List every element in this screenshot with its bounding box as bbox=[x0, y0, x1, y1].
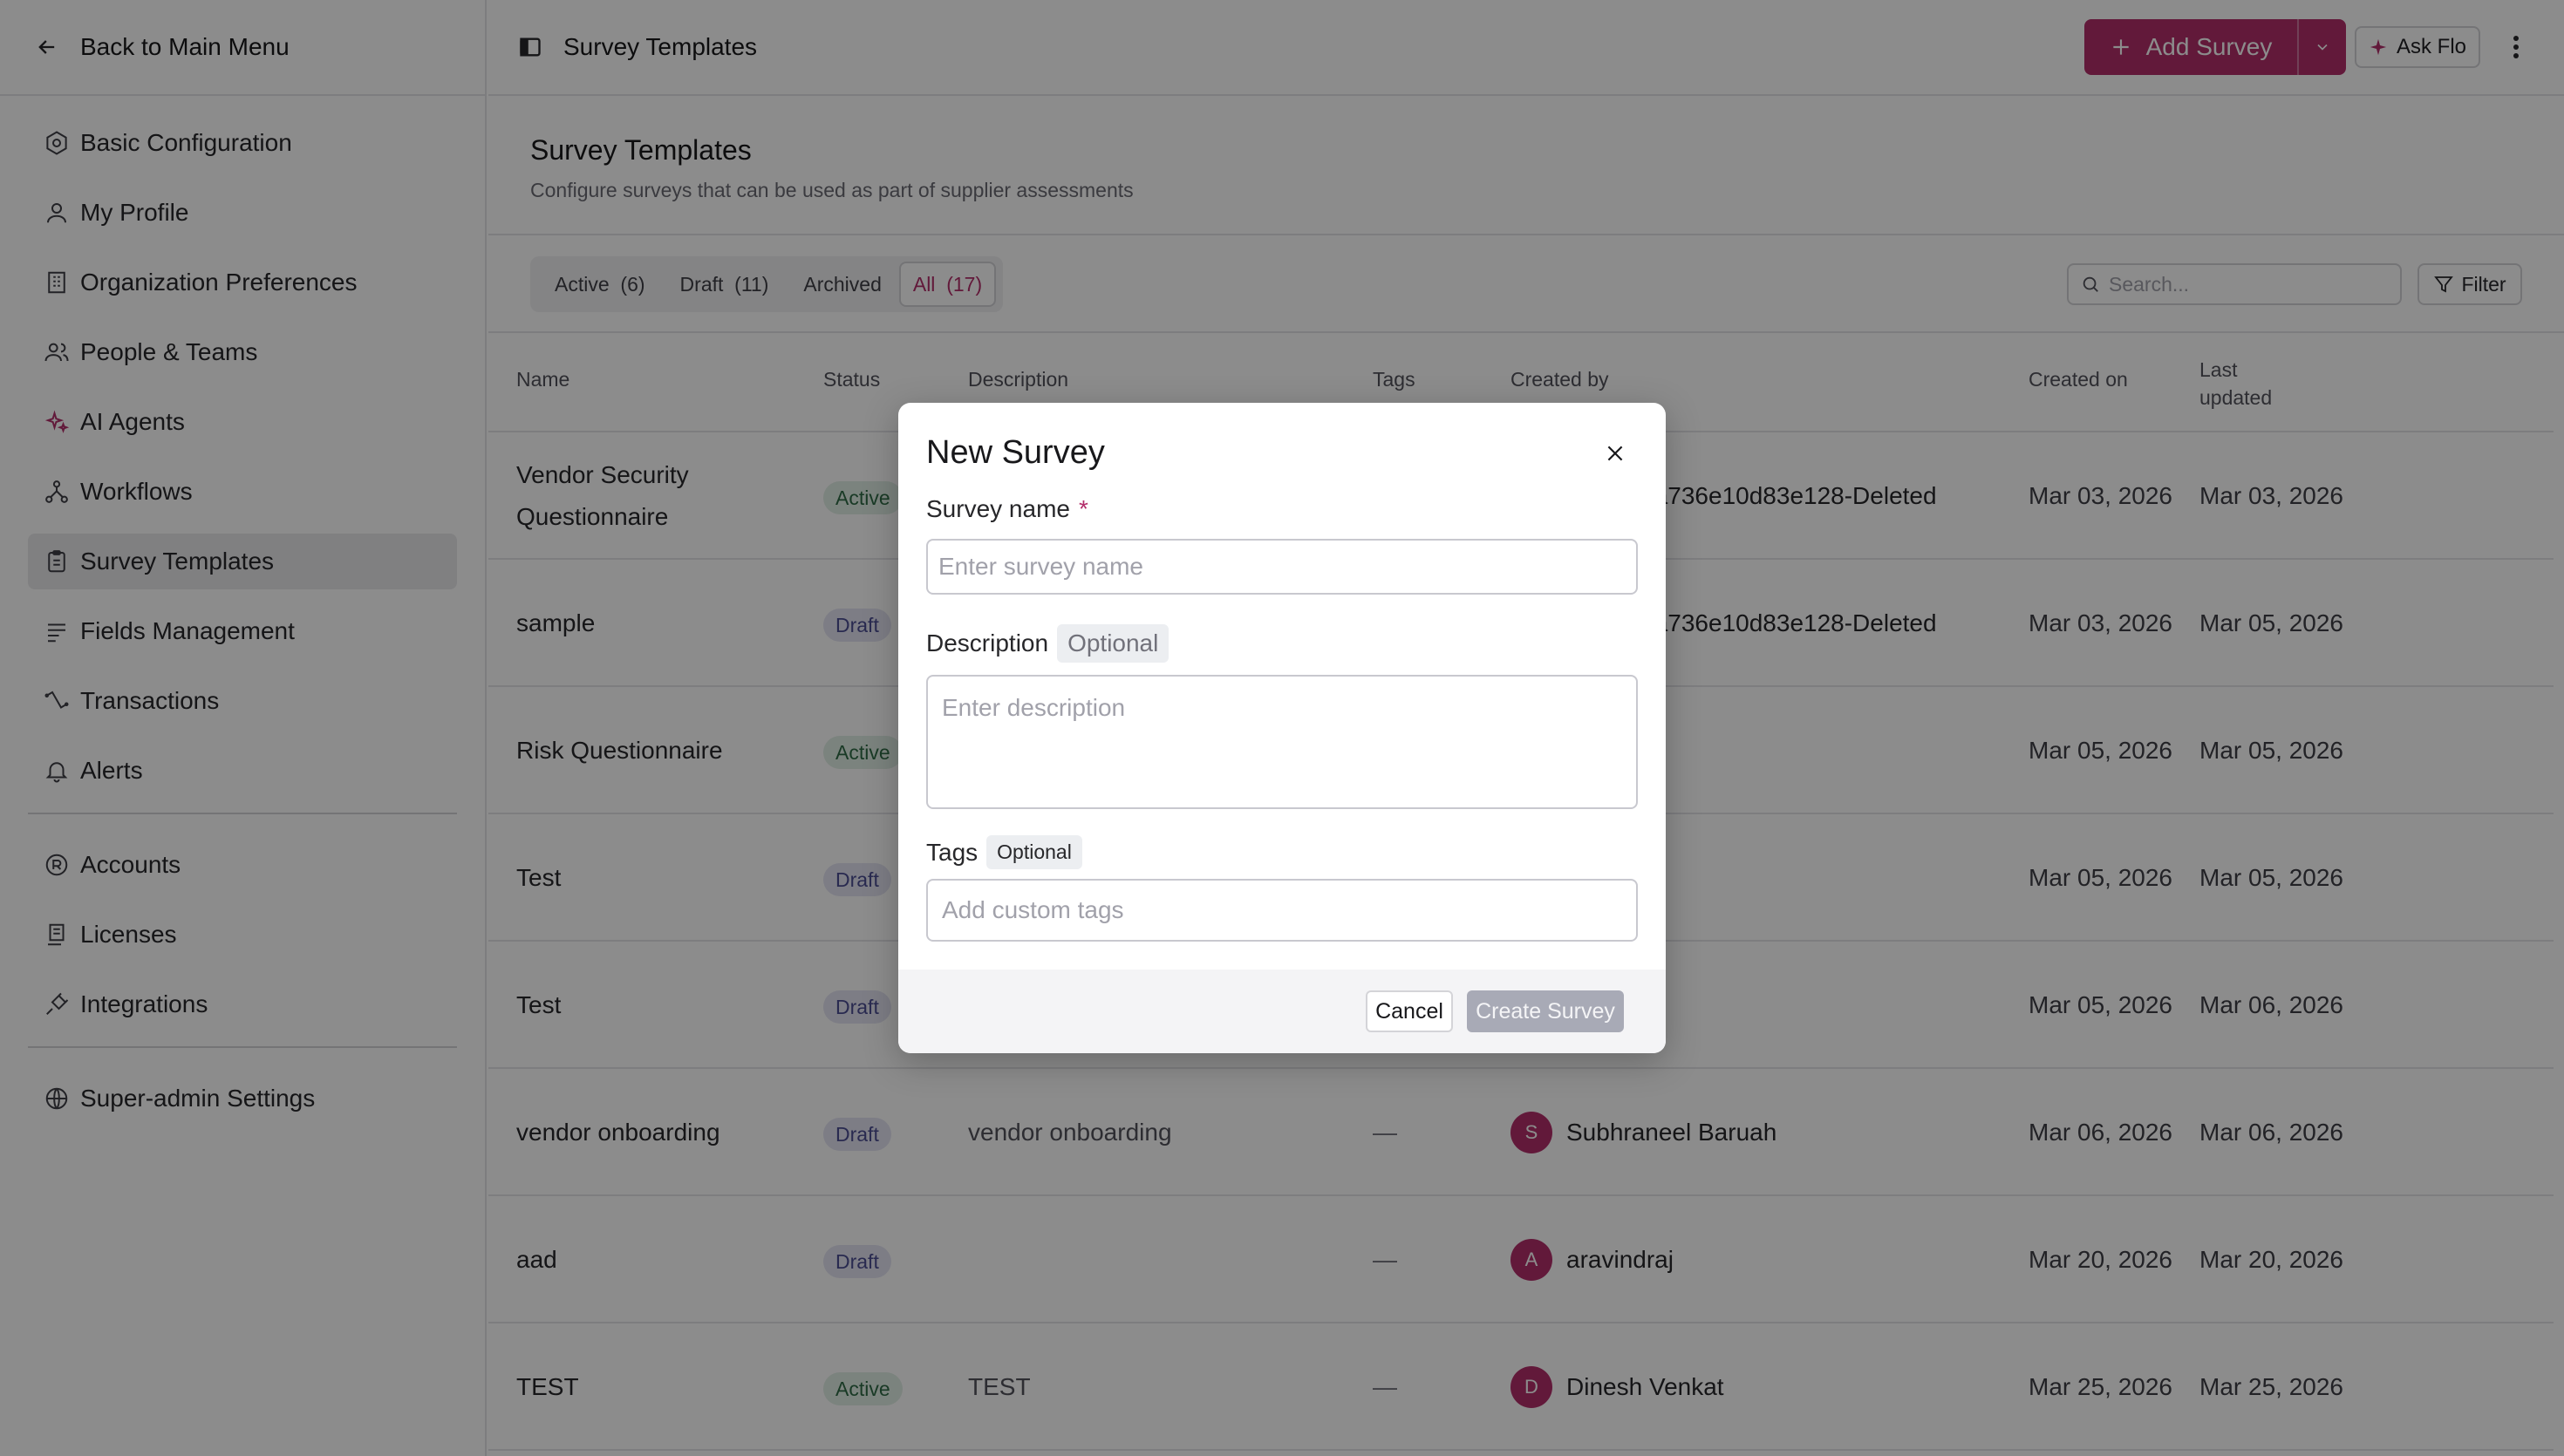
close-button[interactable] bbox=[1599, 438, 1631, 469]
survey-name-placeholder: Enter survey name bbox=[938, 553, 1143, 580]
description-placeholder: Enter description bbox=[942, 694, 1126, 721]
tags-input[interactable]: Add custom tags bbox=[926, 879, 1638, 942]
description-textarea[interactable]: Enter description bbox=[926, 675, 1638, 809]
tags-placeholder: Add custom tags bbox=[942, 896, 1124, 923]
create-survey-button[interactable]: Create Survey bbox=[1467, 990, 1624, 1032]
close-icon bbox=[1607, 446, 1623, 461]
new-survey-dialog: New Survey Survey name * Enter survey na… bbox=[898, 403, 1666, 1053]
optional-badge: Optional bbox=[1057, 624, 1169, 663]
description-label-text: Description bbox=[926, 629, 1049, 657]
description-label: Description Optional bbox=[926, 624, 1169, 663]
survey-name-label: Survey name * bbox=[926, 495, 1088, 523]
optional-badge: Optional bbox=[986, 835, 1082, 869]
survey-name-input[interactable]: Enter survey name bbox=[926, 539, 1638, 595]
tags-label: Tags Optional bbox=[926, 835, 1082, 869]
tags-label-text: Tags bbox=[926, 838, 979, 866]
cancel-button[interactable]: Cancel bbox=[1366, 990, 1453, 1032]
survey-name-label-text: Survey name bbox=[926, 495, 1070, 522]
dialog-footer: Cancel Create Survey bbox=[898, 970, 1666, 1053]
required-mark: * bbox=[1078, 495, 1088, 522]
dialog-title: New Survey bbox=[926, 434, 1105, 471]
